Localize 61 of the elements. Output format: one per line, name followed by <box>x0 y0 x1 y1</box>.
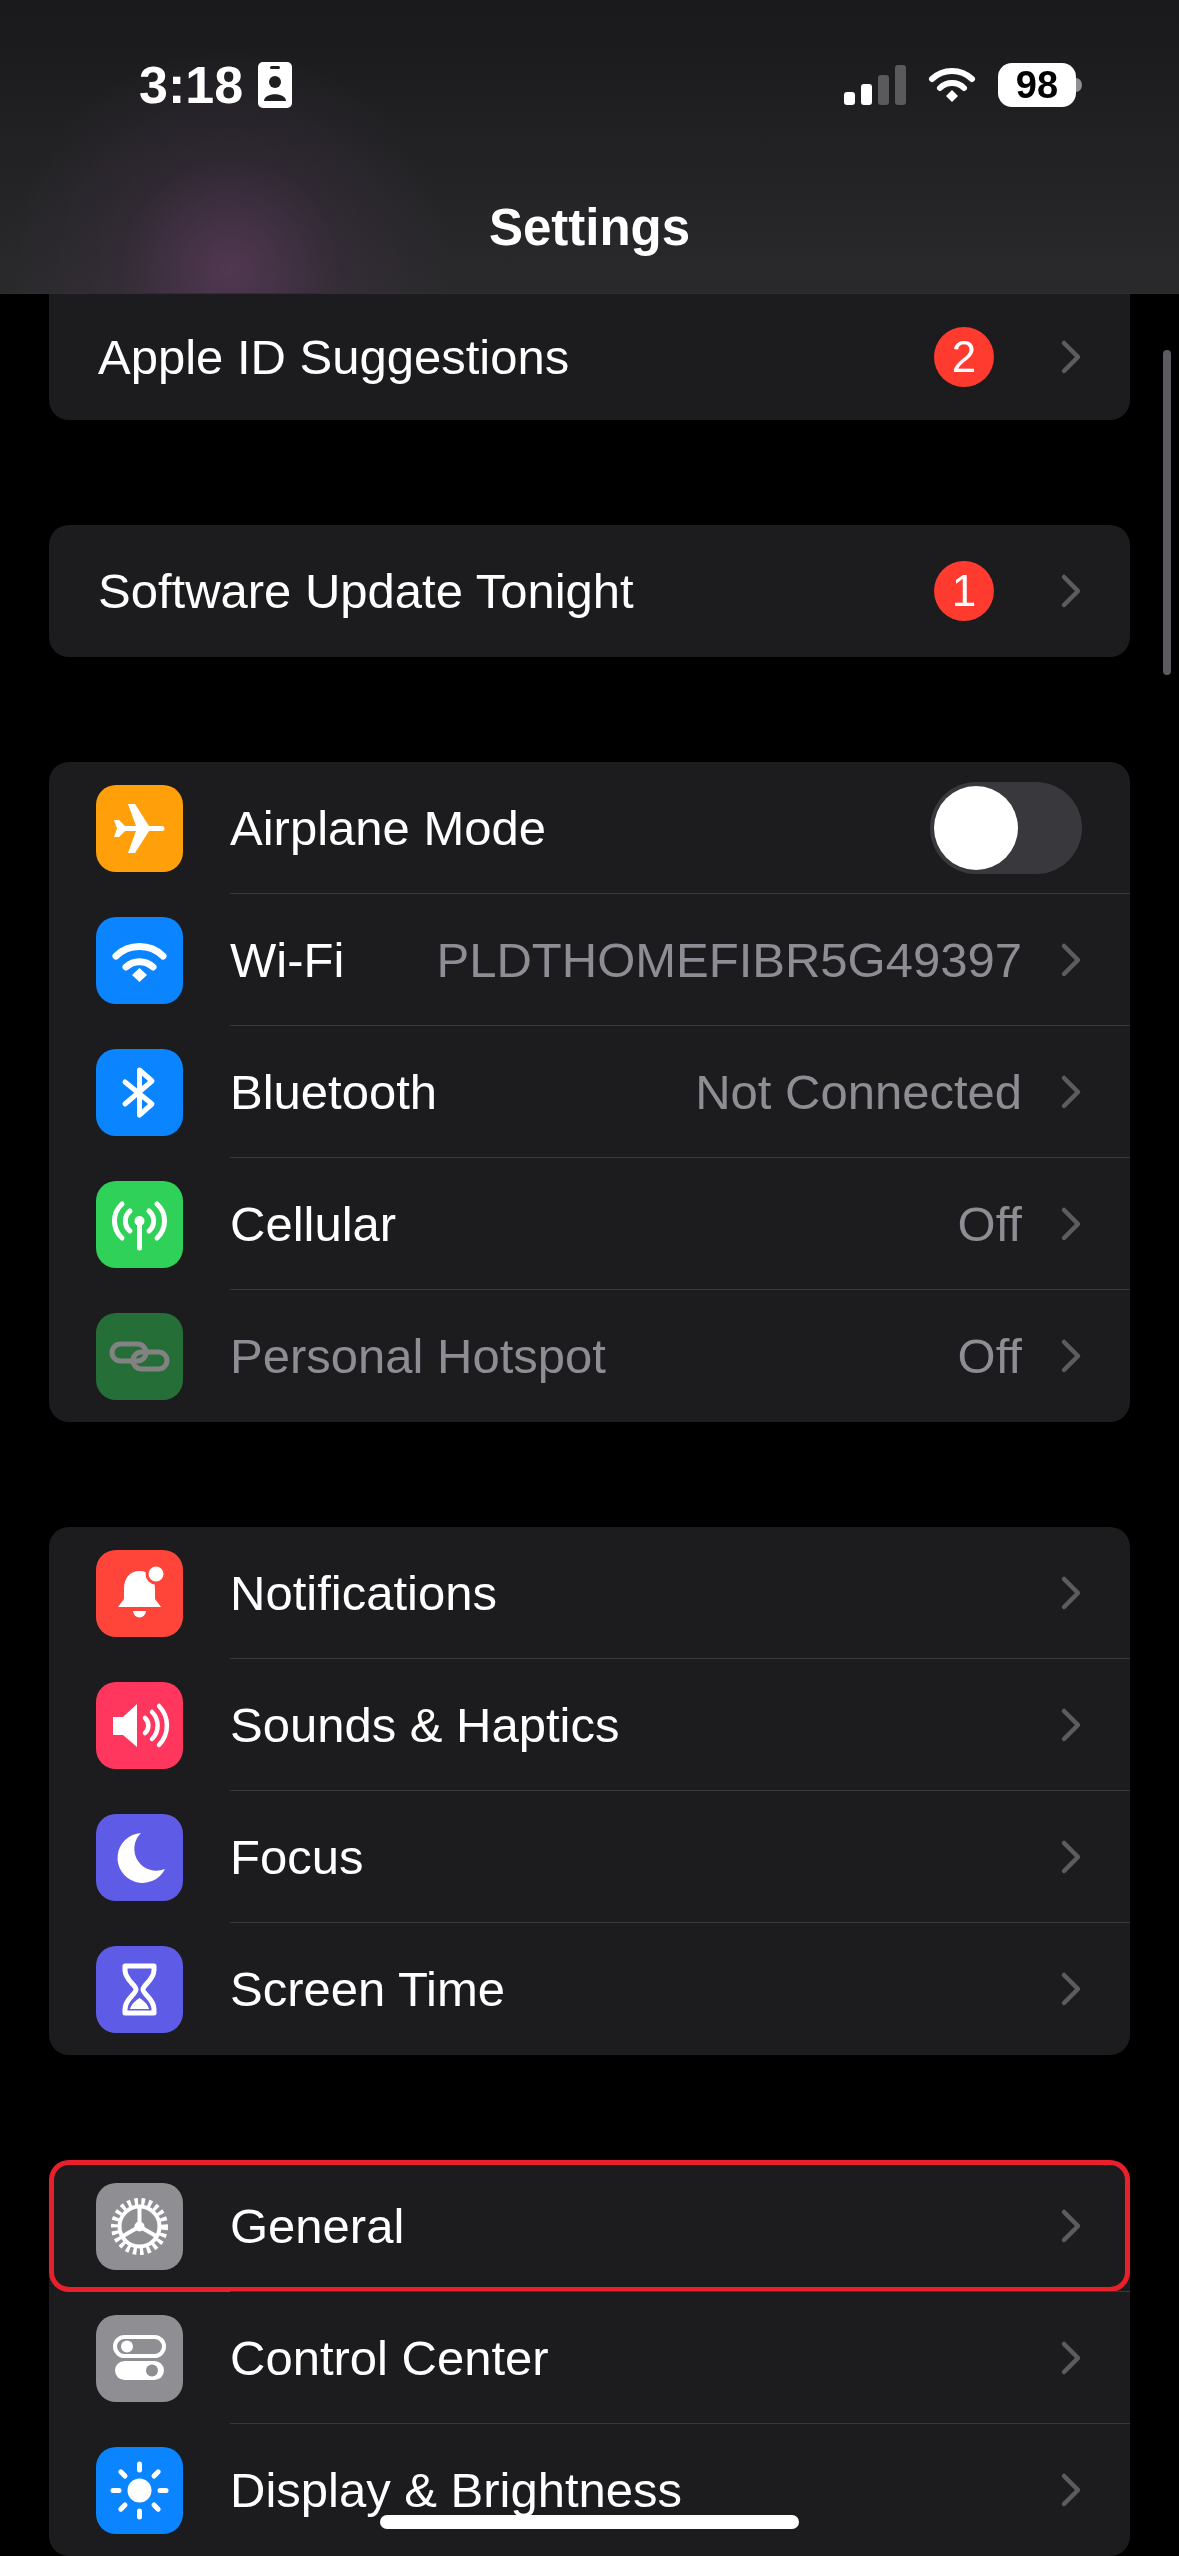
settings-row[interactable]: Software Update Tonight 1 <box>49 525 1130 657</box>
row-value: Not Connected <box>695 1063 1022 1120</box>
settings-row[interactable]: Bluetooth Not Connected <box>49 1026 1130 1158</box>
row-label: Display & Brightness <box>230 2462 683 2518</box>
chevron-icon <box>1060 573 1082 609</box>
row-value: PLDTHOMEFIBR5G49397 <box>436 931 1022 988</box>
settings-row[interactable]: Sounds & Haptics <box>49 1659 1130 1791</box>
row-label: Screen Time <box>230 1961 506 2017</box>
moon-icon <box>96 1813 183 1901</box>
switches-icon <box>96 2314 183 2402</box>
signal-icon <box>844 65 906 105</box>
chevron-icon <box>1060 1706 1082 1743</box>
row-label: Airplane Mode <box>230 799 546 856</box>
row-label: Sounds & Haptics <box>230 1696 620 1753</box>
airplane-icon <box>96 784 183 872</box>
status-time: 3:18 <box>139 55 244 115</box>
gear-icon <box>96 2182 183 2270</box>
chevron-icon <box>1060 2339 1082 2376</box>
chevron-icon <box>1060 339 1082 375</box>
settings-row[interactable]: Wi-Fi PLDTHOMEFIBR5G49397 <box>49 894 1130 1026</box>
bell-icon <box>96 1549 183 1637</box>
settings-row[interactable]: Apple ID Suggestions 2 <box>49 294 1130 420</box>
row-label: Apple ID Suggestions <box>98 329 570 385</box>
row-label: Cellular <box>230 1195 397 1252</box>
settings-row[interactable]: Control Center <box>49 2292 1130 2424</box>
row-value: Off <box>957 1195 1022 1252</box>
row-label: Control Center <box>230 2329 549 2386</box>
row-label: Software Update Tonight <box>98 563 634 619</box>
count-badge: 2 <box>934 327 994 387</box>
hourglass-icon <box>96 1945 183 2033</box>
row-label: Bluetooth <box>230 1063 438 1120</box>
chevron-icon <box>1060 2472 1082 2508</box>
row-label: Notifications <box>230 1564 497 1621</box>
chevron-icon <box>1060 1205 1082 1242</box>
sun-icon <box>96 2446 183 2534</box>
chevron-icon <box>1060 941 1082 978</box>
chevron-icon <box>1060 1838 1082 1875</box>
settings-row[interactable]: Notifications <box>49 1527 1130 1659</box>
settings-row[interactable]: Cellular Off <box>49 1158 1130 1290</box>
settings-row[interactable]: Screen Time <box>49 1923 1130 2055</box>
person-card-icon <box>257 61 294 109</box>
row-label: Wi-Fi <box>230 931 345 988</box>
chevron-icon <box>1060 1338 1082 1374</box>
row-value: Off <box>957 1328 1022 1384</box>
settings-row[interactable]: Airplane Mode <box>49 762 1130 894</box>
settings-row[interactable]: Focus <box>49 1791 1130 1923</box>
count-badge: 1 <box>934 561 994 621</box>
row-label: Personal Hotspot <box>230 1328 606 1384</box>
settings-row[interactable]: General <box>49 2160 1130 2292</box>
chevron-icon <box>1060 2207 1082 2244</box>
bluetooth-icon <box>96 1048 183 1136</box>
wifi-icon <box>96 916 183 1004</box>
antenna-icon <box>96 1180 183 1268</box>
row-label: Focus <box>230 1828 364 1885</box>
chevron-icon <box>1060 1073 1082 1110</box>
speaker-icon <box>96 1681 183 1769</box>
wifi-icon <box>928 66 976 104</box>
battery-indicator: 98 <box>998 63 1082 107</box>
row-label: General <box>230 2197 405 2254</box>
chevron-icon <box>1060 1574 1082 1611</box>
chevron-icon <box>1060 1971 1082 2007</box>
